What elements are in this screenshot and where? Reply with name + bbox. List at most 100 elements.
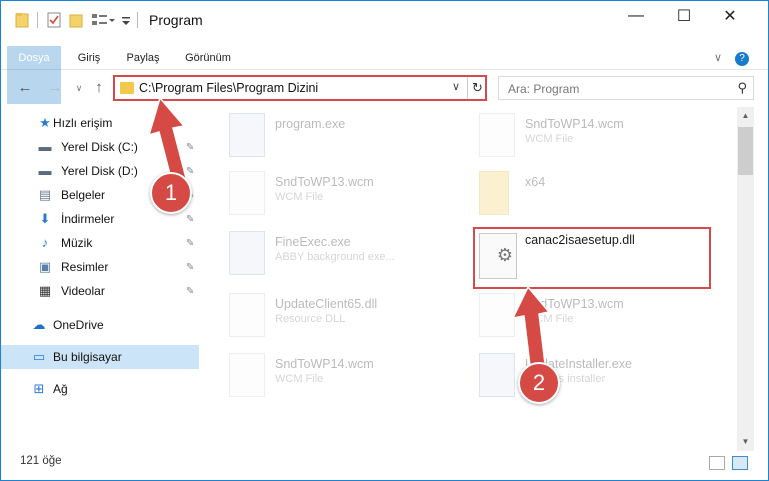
- item-count: 121 öğe: [20, 455, 62, 467]
- file-name: FineExec.exe: [275, 235, 351, 249]
- folder-item[interactable]: x64: [453, 167, 703, 225]
- navigation-bar: ← → ∨ ↑ C:\Program Files\Program Dizini …: [1, 73, 768, 103]
- drive-icon: ▬: [38, 139, 52, 154]
- scroll-down-icon[interactable]: ▼: [737, 433, 754, 451]
- large-icons-view-icon[interactable]: [732, 456, 748, 470]
- maximize-button[interactable]: ☐: [661, 1, 707, 31]
- tab-share[interactable]: Paylaş: [119, 46, 167, 70]
- nav-item-quick-access[interactable]: ★ Hızlı erişim: [1, 111, 199, 135]
- computer-icon: ▭: [32, 349, 46, 364]
- folder-icon: [15, 11, 29, 29]
- back-button[interactable]: ←: [15, 78, 35, 98]
- nav-item-label: Hızlı erişim: [53, 116, 113, 130]
- nav-item-label: Resimler: [61, 260, 109, 274]
- file-item[interactable]: UpdateInstaller.exe updates installer: [453, 349, 703, 407]
- nav-item-label: Belgeler: [61, 188, 106, 202]
- file-item[interactable]: UpdateClient65.dll Resource DLL: [203, 289, 453, 347]
- forward-button[interactable]: →: [45, 78, 65, 98]
- details-view-icon[interactable]: [709, 456, 725, 470]
- cloud-icon: ☁: [32, 317, 46, 332]
- music-icon: ♪: [41, 235, 49, 250]
- nav-item-videos[interactable]: ▦ Videolar ✎: [1, 279, 199, 303]
- dll-file-icon: [229, 293, 265, 337]
- step-badge-1: 1: [150, 172, 192, 214]
- file-item[interactable]: program.exe: [203, 109, 453, 167]
- file-name: SndToWP13.wcm: [525, 297, 624, 311]
- network-icon: ⊞: [33, 381, 45, 396]
- recent-locations-button[interactable]: ∨: [69, 78, 89, 98]
- exe-icon: [479, 353, 515, 397]
- exe-icon: [229, 231, 265, 275]
- title-bar: Program — ☐ ✕: [1, 1, 768, 39]
- window-title: Program: [149, 12, 203, 28]
- customize-toolbar-icon[interactable]: [121, 11, 131, 29]
- search-input[interactable]: Ara: Program: [508, 82, 579, 96]
- file-icon: [229, 353, 265, 397]
- new-folder-icon[interactable]: [69, 11, 83, 29]
- address-bar[interactable]: C:\Program Files\Program Dizini ∨ ↻: [113, 75, 487, 101]
- nav-item-label: Müzik: [61, 236, 93, 250]
- properties-icon[interactable]: [47, 11, 61, 29]
- pin-icon: ✎: [186, 285, 195, 297]
- file-item[interactable]: FineExec.exe ABBY background exe...: [203, 227, 453, 285]
- nav-item-local-disk-c[interactable]: ▬ Yerel Disk (C:) ✎: [1, 135, 199, 159]
- view-options-icon[interactable]: [91, 11, 115, 29]
- scroll-thumb[interactable]: [738, 127, 753, 175]
- documents-icon: ▤: [38, 187, 52, 202]
- vertical-scrollbar[interactable]: ▲ ▼: [737, 107, 754, 451]
- nav-item-label: Yerel Disk (D:): [61, 164, 138, 178]
- file-list: program.exe SndToWP14.wcm WCM File SndTo…: [203, 107, 737, 445]
- file-item[interactable]: SndToWP14.wcm WCM File: [203, 349, 453, 407]
- navigation-pane: ★ Hızlı erişim ▬ Yerel Disk (C:) ✎ ▬ Yer…: [1, 107, 201, 445]
- file-type: WCM File: [275, 373, 324, 385]
- help-button[interactable]: ?: [733, 46, 751, 70]
- refresh-button[interactable]: ↻: [467, 77, 487, 99]
- nav-item-network[interactable]: ⊞ Ağ: [1, 377, 199, 401]
- dll-file-icon: ⚙: [479, 233, 517, 279]
- file-type: WCM File: [275, 191, 324, 203]
- ribbon-collapse-button[interactable]: ∨: [709, 46, 727, 70]
- file-type: Resource DLL: [275, 313, 346, 325]
- nav-item-music[interactable]: ♪ Müzik ✎: [1, 231, 199, 255]
- status-bar: 121 öğe: [1, 451, 768, 477]
- step-badge-2: 2: [518, 362, 560, 404]
- pictures-icon: ▣: [38, 259, 52, 274]
- tab-home[interactable]: Giriş: [65, 46, 113, 70]
- pin-icon: ✎: [186, 141, 195, 153]
- scroll-up-icon[interactable]: ▲: [737, 107, 754, 125]
- file-item[interactable]: SndToWP14.wcm WCM File: [453, 109, 703, 167]
- download-icon: ⬇: [39, 211, 51, 226]
- address-path[interactable]: C:\Program Files\Program Dizini: [139, 81, 318, 95]
- nav-item-this-pc[interactable]: ▭ Bu bilgisayar: [1, 345, 199, 369]
- search-box[interactable]: Ara: Program ⚲: [498, 76, 754, 100]
- pin-icon: ✎: [186, 213, 195, 225]
- gear-icon: ⚙: [496, 245, 514, 265]
- address-dropdown-button[interactable]: ∨: [452, 80, 460, 93]
- folder-icon: [479, 171, 509, 215]
- nav-item-label: Bu bilgisayar: [53, 350, 122, 364]
- file-name: UpdateClient65.dll: [275, 297, 378, 311]
- folder-icon: [120, 82, 134, 94]
- file-icon: [229, 171, 265, 215]
- file-type: WCM File: [525, 313, 574, 325]
- up-button[interactable]: ↑: [89, 78, 109, 98]
- nav-item-pictures[interactable]: ▣ Resimler ✎: [1, 255, 199, 279]
- file-name: program.exe: [275, 117, 346, 131]
- ribbon-tabs: Dosya Giriş Paylaş Görünüm ∨ ?: [1, 46, 768, 104]
- file-name: SndToWP14.wcm: [275, 357, 374, 371]
- file-item[interactable]: SndToWP13.wcm WCM File: [453, 289, 703, 347]
- tab-view[interactable]: Görünüm: [177, 46, 239, 70]
- nav-item-label: Yerel Disk (C:): [61, 140, 138, 154]
- pin-icon: ✎: [186, 237, 195, 249]
- file-name: SndToWP14.wcm: [525, 117, 624, 131]
- file-item[interactable]: SndToWP13.wcm WCM File: [203, 167, 453, 225]
- minimize-button[interactable]: —: [613, 1, 659, 31]
- explorer-window: Program — ☐ ✕ Dosya Giriş Paylaş Görünüm…: [0, 0, 769, 481]
- nav-item-onedrive[interactable]: ☁ OneDrive: [1, 313, 199, 337]
- file-item-target[interactable]: ⚙ canac2isaesetup.dll: [473, 229, 709, 287]
- exe-icon: [229, 113, 265, 157]
- close-button[interactable]: ✕: [707, 1, 753, 31]
- nav-item-label: İndirmeler: [61, 212, 115, 226]
- pin-icon: ✎: [186, 165, 195, 177]
- nav-item-label: Videolar: [61, 284, 105, 298]
